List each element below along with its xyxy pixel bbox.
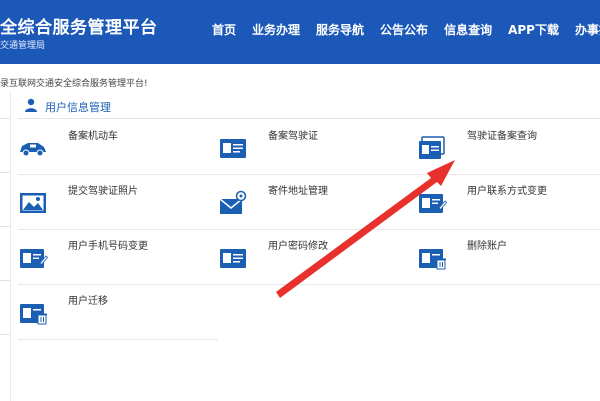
item-password-change[interactable]: 用户密码修改 [218,231,417,285]
site-subtitle: 交通管理局 [0,41,46,51]
main-nav: 首页 业务办理 服务导航 公告公布 信息查询 APP下载 办事指南 [212,21,600,38]
item-register-license[interactable]: 备案驾驶证 [218,121,417,175]
mail-location-icon [219,190,247,214]
item-user-migrate[interactable]: 用户迁移 [18,286,218,340]
contact-edit-icon [419,194,447,213]
item-submit-license-photo[interactable]: 提交驾驶证照片 [18,176,218,230]
item-label: 寄件地址管理 [268,186,328,197]
site-title: 全综合服务管理平台 [0,18,158,38]
item-delete-account[interactable]: 删除账户 [417,231,600,285]
password-card-icon [220,249,246,268]
left-sidebar-stub [0,92,10,401]
sidebar-divider [10,92,11,401]
photo-icon [20,193,46,213]
section-title: 用户信息管理 [45,101,111,114]
nav-business[interactable]: 业务办理 [252,21,300,38]
item-label: 用户迁移 [68,296,108,307]
item-label: 用户手机号码变更 [68,241,148,252]
phone-edit-icon [20,249,48,268]
item-contact-change[interactable]: 用户联系方式变更 [417,176,600,230]
top-header: 全综合服务管理平台 交通管理局 首页 业务办理 服务导航 公告公布 信息查询 A… [0,0,600,64]
nav-guide[interactable]: 办事指南 [575,21,600,38]
item-label: 用户密码修改 [268,241,328,252]
license-card-icon [220,139,246,158]
item-register-vehicle[interactable]: 备案机动车 [18,121,218,175]
item-label: 提交驾驶证照片 [68,186,138,197]
section-header: 用户信息管理 [18,95,600,119]
item-label: 备案驾驶证 [268,131,318,142]
nav-info-query[interactable]: 信息查询 [444,21,492,38]
car-icon [20,143,46,157]
item-phone-change[interactable]: 用户手机号码变更 [18,231,218,285]
user-migrate-icon [20,304,47,325]
license-search-icon [419,136,445,159]
nav-app-download[interactable]: APP下载 [508,21,559,38]
item-license-record-query[interactable]: 驾驶证备案查询 [417,121,600,175]
item-label: 驾驶证备案查询 [467,131,537,142]
item-label: 删除账户 [467,241,507,252]
nav-announcements[interactable]: 公告公布 [380,21,428,38]
nav-home[interactable]: 首页 [212,21,236,38]
item-label: 备案机动车 [68,131,118,142]
item-mail-address[interactable]: 寄件地址管理 [218,176,417,230]
user-icon [25,98,37,112]
delete-account-icon [419,249,446,270]
nav-service-guide[interactable]: 服务导航 [316,21,364,38]
welcome-text: 录互联网交通安全综合服务管理平台! [0,79,148,89]
item-label: 用户联系方式变更 [467,186,547,197]
